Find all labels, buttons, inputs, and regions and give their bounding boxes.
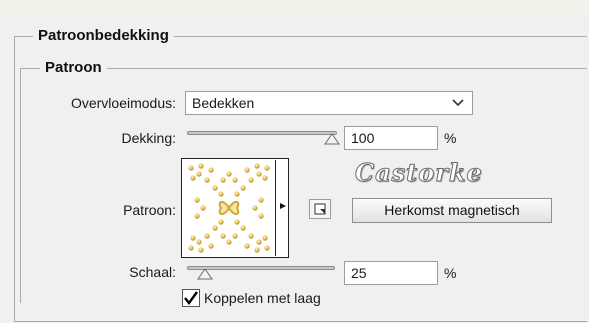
blend-mode-value: Bedekken (192, 95, 255, 111)
snap-to-origin-button[interactable]: Herkomst magnetisch (352, 198, 552, 223)
section-title: Patroonbedekking (33, 27, 174, 45)
top-strip (0, 0, 589, 14)
watermark-logo: Castorke (355, 158, 483, 188)
opacity-label: Dekking: (121, 130, 176, 146)
pattern-preview (183, 160, 275, 256)
opacity-input[interactable]: 100 (344, 126, 438, 150)
frame-line (206, 36, 586, 37)
scale-unit: % (444, 265, 457, 281)
link-with-layer-label: Koppelen met laag (204, 290, 321, 306)
new-preset-icon (314, 203, 326, 215)
blend-mode-select[interactable]: Bedekken (185, 91, 473, 115)
pattern-picker[interactable] (181, 158, 289, 258)
opacity-slider-thumb[interactable] (324, 133, 340, 145)
group-title: Patroon (40, 59, 107, 77)
scale-slider-thumb[interactable] (197, 268, 213, 280)
scale-input[interactable]: 25 (344, 261, 438, 285)
opacity-slider-track[interactable] (187, 131, 337, 135)
pattern-swatch (183, 160, 276, 256)
new-preset-button[interactable] (309, 199, 331, 219)
link-with-layer-checkbox[interactable] (182, 289, 200, 307)
opacity-unit: % (444, 130, 457, 146)
triangle-right-icon[interactable] (280, 203, 286, 209)
checkmark-icon (184, 291, 198, 305)
frame-line (14, 36, 34, 37)
blend-mode-label: Overvloeimodus: (70, 95, 176, 111)
pattern-label: Patroon: (123, 202, 176, 218)
scale-label: Schaal: (129, 264, 176, 280)
chevron-down-icon (452, 99, 464, 107)
